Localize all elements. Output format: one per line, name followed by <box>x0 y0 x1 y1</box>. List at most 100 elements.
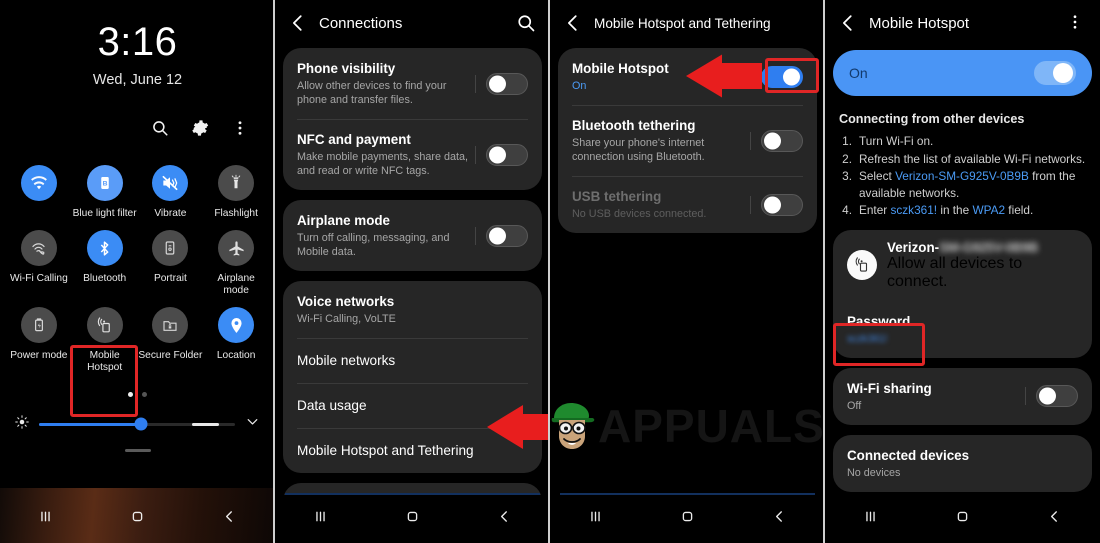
row-title: Bluetooth tethering <box>572 118 696 133</box>
row-password[interactable]: Password sczk361! <box>833 301 1092 358</box>
back-icon[interactable] <box>771 508 788 530</box>
search-icon[interactable] <box>516 13 536 33</box>
tile-label: Secure Folder <box>138 350 203 361</box>
toggle-nfc-and-payment[interactable] <box>475 143 528 166</box>
toggle-master-hotspot[interactable] <box>1034 61 1076 85</box>
panel-grabber[interactable] <box>124 449 151 452</box>
ssid-highlight: Verizon-SM-G925V-0B9B <box>895 169 1029 183</box>
step-number: 2. <box>842 151 852 166</box>
quick-settings-actions <box>0 117 275 139</box>
gear-icon[interactable] <box>191 119 209 137</box>
list-item: 4. Enter sczk361! in the WPA2 field. <box>839 202 1086 219</box>
tile-flashlight[interactable]: Flashlight <box>203 161 269 220</box>
back-icon[interactable] <box>496 508 513 530</box>
home-icon[interactable] <box>954 508 971 530</box>
more-vertical-icon[interactable] <box>231 119 249 137</box>
tile-power-mode[interactable]: Power mode <box>6 303 72 374</box>
recents-icon[interactable] <box>37 508 54 530</box>
home-icon[interactable] <box>679 508 696 530</box>
home-icon[interactable] <box>129 508 146 530</box>
tile-portrait[interactable]: Portrait <box>138 226 204 297</box>
step-number: 4. <box>842 203 852 217</box>
tile-secure-folder[interactable]: Secure Folder <box>138 303 204 374</box>
mobile-hotspot-header: Mobile Hotspot <box>825 0 1100 48</box>
recents-icon[interactable] <box>312 508 329 530</box>
recents-icon[interactable] <box>587 508 604 530</box>
row-subtitle: Make mobile payments, share data, and re… <box>297 151 469 177</box>
mobile-hotspot-icon <box>847 250 877 280</box>
back-icon[interactable] <box>287 12 309 34</box>
tile-wifi[interactable] <box>6 161 72 220</box>
search-icon[interactable] <box>151 119 169 137</box>
wpa2-highlight: WPA2 <box>972 203 1006 217</box>
toggle-bluetooth-tethering[interactable] <box>750 129 803 152</box>
tile-mobile-hotspot[interactable]: Mobile Hotspot <box>72 303 138 374</box>
row-title: Mobile networks <box>297 353 396 368</box>
step-text: Refresh the list of available Wi-Fi netw… <box>859 151 1086 168</box>
row-bluetooth-tethering[interactable]: Bluetooth tethering Share your phone's i… <box>558 105 817 176</box>
tile-label: Location <box>216 350 256 361</box>
row-airplane-mode[interactable]: Airplane mode Turn off calling, messagin… <box>283 200 542 271</box>
tile-vibrate[interactable]: Vibrate <box>138 161 204 220</box>
wifi-sharing-card: Wi-Fi sharing Off <box>833 367 1092 425</box>
wifi-icon <box>20 165 57 201</box>
toggle-knob <box>1039 387 1056 405</box>
brightness-fill <box>39 422 141 426</box>
navigation-bar <box>275 495 550 543</box>
page-dot-1[interactable] <box>128 392 133 397</box>
callout-arrow-hotspot-tethering <box>487 405 550 449</box>
navigation-bar <box>550 495 825 543</box>
clock-time: 3:16 <box>97 20 178 64</box>
instructions-list: 1. Turn Wi-Fi on. 2. Refresh the list of… <box>839 133 1086 219</box>
master-hotspot-toggle-bar[interactable]: On <box>833 50 1092 96</box>
toggle-phone-visibility[interactable] <box>475 72 528 95</box>
tile-label: Bluetooth <box>83 273 127 284</box>
quick-settings-tiles: B Blue light filter Vibrate Flashlight W… <box>0 139 275 374</box>
chevron-down-icon[interactable] <box>244 413 261 435</box>
ssid-prefix: Verizon- <box>887 239 940 255</box>
row-title: Wi-Fi sharing <box>847 380 932 396</box>
recents-icon[interactable] <box>862 508 879 530</box>
row-mobile-networks[interactable]: Mobile networks <box>283 338 542 383</box>
row-subtitle: Turn off calling, messaging, and Mobile … <box>297 232 450 258</box>
step-text: Enter sczk361! in the WPA2 field. <box>859 202 1086 219</box>
row-usb-tethering: USB tethering No USB devices connected. <box>558 176 817 233</box>
tile-bluetooth[interactable]: Bluetooth <box>72 226 138 297</box>
home-icon[interactable] <box>404 508 421 530</box>
brightness-slider[interactable] <box>39 417 235 431</box>
row-voice-networks[interactable]: Voice networks Wi-Fi Calling, VoLTE <box>283 281 542 338</box>
page-dot-2[interactable] <box>142 392 147 397</box>
row-phone-visibility[interactable]: Phone visibility Allow other devices to … <box>283 48 542 119</box>
back-icon[interactable] <box>221 508 238 530</box>
tile-label: Vibrate <box>154 208 187 219</box>
tile-location[interactable]: Location <box>203 303 269 374</box>
portrait-rotation-icon <box>152 230 189 266</box>
back-icon[interactable] <box>837 12 859 34</box>
panel-mobile-hotspot: Mobile Hotspot On Connecting from other … <box>825 0 1100 543</box>
row-connected-devices[interactable]: Connected devices No devices <box>833 435 1092 492</box>
tile-wifi-calling[interactable]: Wi-Fi Calling <box>6 226 72 297</box>
toggle-mobile-hotspot[interactable] <box>750 65 803 88</box>
back-icon[interactable] <box>562 12 584 34</box>
more-vertical-icon[interactable] <box>1066 13 1086 33</box>
brightness-auto-segment <box>191 422 220 426</box>
tile-blue-light-filter[interactable]: B Blue light filter <box>72 161 138 220</box>
brightness-thumb[interactable] <box>134 417 148 431</box>
row-wifi-sharing[interactable]: Wi-Fi sharing Off <box>833 368 1092 425</box>
row-subtitle: Share your phone's internet connection u… <box>572 137 705 163</box>
secure-folder-icon <box>152 307 189 343</box>
brightness-slider-row <box>0 413 275 435</box>
row-title: NFC and payment <box>297 132 411 147</box>
password-highlight: sczk361! <box>890 203 938 217</box>
tile-airplane-mode[interactable]: Airplane mode <box>203 226 269 297</box>
step-text-part: Select <box>859 169 896 183</box>
toggle-wifi-sharing[interactable] <box>1025 385 1078 407</box>
toggle-airplane-mode[interactable] <box>475 224 528 247</box>
panel-hotspot-tethering: Mobile Hotspot and Tethering Mobile Hots… <box>550 0 825 543</box>
row-network-name[interactable]: Verizon- SM-G925V-0B9B Allow all devices … <box>833 230 1092 301</box>
back-icon[interactable] <box>1046 508 1063 530</box>
row-title: Airplane mode <box>297 213 391 228</box>
step-text: Select Verizon-SM-G925V-0B9B from the av… <box>859 168 1086 201</box>
list-item: 3. Select Verizon-SM-G925V-0B9B from the… <box>839 168 1086 201</box>
row-nfc-and-payment[interactable]: NFC and payment Make mobile payments, sh… <box>283 119 542 190</box>
